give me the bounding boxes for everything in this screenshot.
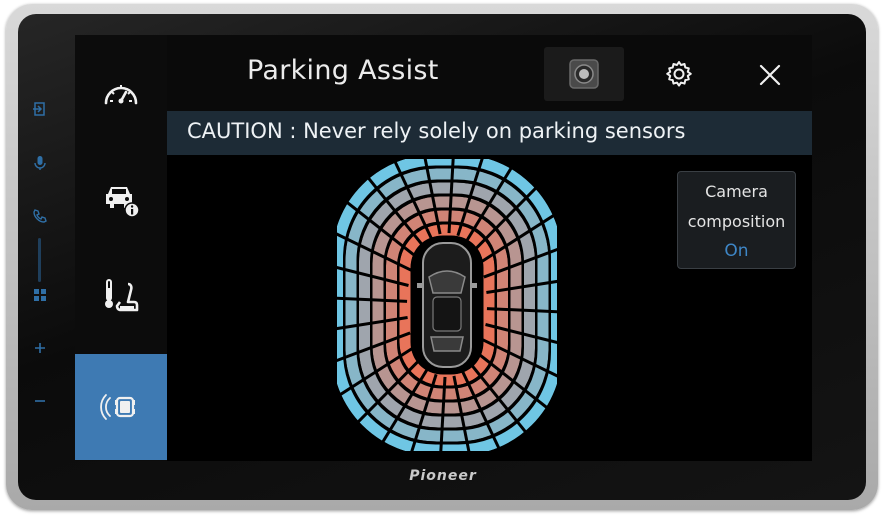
brand-logo: Pioneer (409, 468, 477, 484)
sidebar-item-parking-assist[interactable] (75, 354, 167, 460)
car-info-icon (106, 187, 140, 218)
caution-text: CAUTION : Never rely solely on parking s… (187, 119, 686, 143)
display-screen: Parking Assist CAUTION : Never rely sole… (75, 35, 812, 461)
camera-view-button[interactable] (544, 47, 624, 101)
phone-icon[interactable] (29, 205, 51, 227)
apps-grid-icon[interactable] (29, 284, 51, 306)
hardware-divider (38, 238, 41, 282)
close-icon (759, 64, 781, 86)
caution-banner: CAUTION : Never rely solely on parking s… (167, 111, 812, 155)
volume-up-icon[interactable] (29, 337, 51, 359)
microphone-icon[interactable] (29, 152, 51, 174)
close-button[interactable] (750, 55, 790, 95)
seat-heater-icon (105, 279, 139, 312)
sidebar-item-gauges[interactable] (75, 45, 167, 143)
volume-down-icon[interactable] (29, 390, 51, 412)
sidebar-item-vehicle-info[interactable] (75, 152, 167, 250)
camera-composition-toggle[interactable]: Camera composition On (677, 171, 796, 269)
car-top-view-icon (417, 242, 477, 368)
parking-sensor-icon (100, 394, 135, 420)
camera-composition-label-line2: composition (687, 212, 786, 231)
camera-composition-label-line1: Camera (705, 182, 768, 201)
camera-composition-value: On (724, 241, 749, 261)
parking-sensor-display (337, 159, 557, 451)
header-bar: Parking Assist (167, 35, 812, 111)
settings-button[interactable] (658, 53, 700, 95)
page-title: Parking Assist (247, 55, 439, 86)
speedometer-icon (104, 85, 138, 105)
exit-icon[interactable] (29, 98, 51, 120)
sidebar-item-seat-climate[interactable] (75, 248, 167, 346)
camera-icon (569, 59, 599, 89)
gear-icon (666, 61, 692, 87)
sidebar (75, 35, 167, 461)
